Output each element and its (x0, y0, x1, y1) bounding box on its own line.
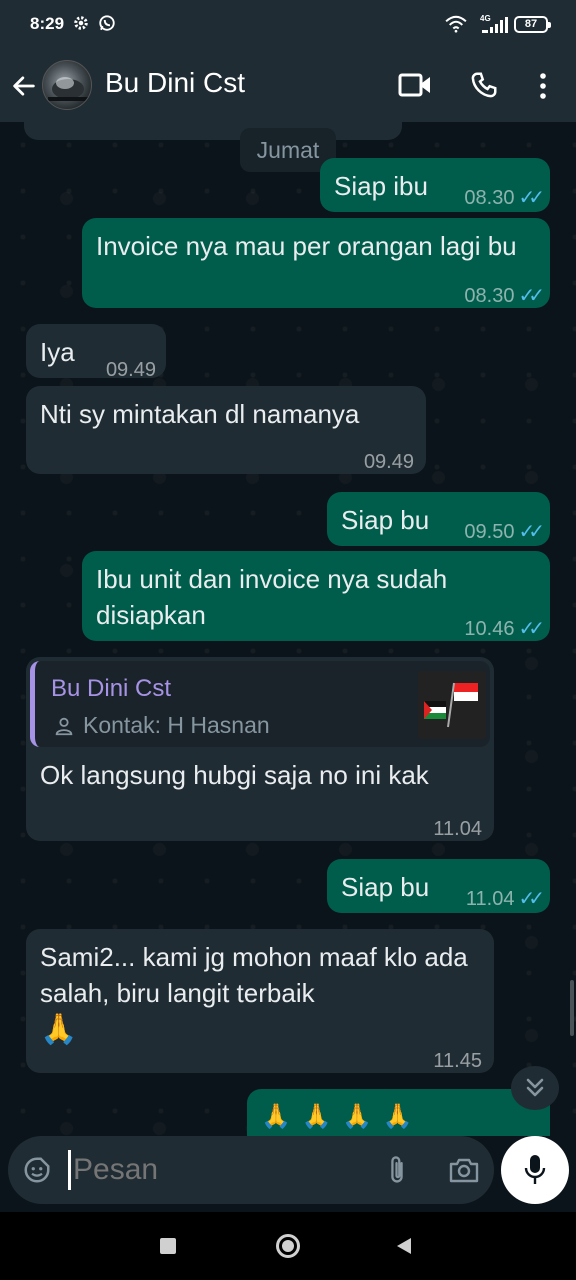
voice-message-button[interactable] (501, 1136, 569, 1204)
quoted-thumbnail (418, 671, 486, 739)
message-time: 09.49 (363, 451, 414, 473)
message-bubble-incoming[interactable]: Iya 09.49 (26, 324, 166, 381)
avatar[interactable] (42, 60, 92, 110)
input-bar (0, 1136, 576, 1212)
chat-header: Bu Dini Cst (0, 50, 576, 122)
battery-indicator: 87 (514, 16, 551, 33)
quoted-contact-label: Kontak: H Hasnan (83, 712, 270, 738)
read-ticks-icon: ✓✓ (518, 187, 544, 209)
message-bubble-incoming[interactable]: Nti sy mintakan dl namanya 09.49 (26, 386, 426, 474)
message-time: 09.50 (464, 521, 515, 543)
whatsapp-icon (99, 15, 115, 31)
signal-icon (482, 17, 508, 33)
message-bubble-outgoing[interactable]: Siap bu 09.50 ✓✓ (327, 492, 550, 546)
camera-icon[interactable] (448, 1156, 480, 1184)
more-vert-icon[interactable] (537, 72, 549, 100)
message-text: Ibu unit dan invoice nya sudah disiapkan (96, 564, 448, 630)
contact-name[interactable]: Bu Dini Cst (105, 67, 245, 99)
paperclip-icon[interactable] (386, 1154, 408, 1186)
scroll-to-bottom-button[interactable] (511, 1066, 559, 1110)
home-dot (282, 1240, 294, 1252)
read-ticks-icon: ✓✓ (518, 618, 544, 640)
message-input-container (8, 1136, 494, 1204)
avatar-image (48, 77, 88, 101)
message-time: 11.04 (433, 818, 482, 840)
message-time: 10.46 (464, 618, 515, 640)
message-meta: 09.50 ✓✓ (464, 514, 544, 550)
message-time: 11.45 (433, 1050, 482, 1072)
message-text: Invoice nya mau per orangan lagi bu (96, 231, 517, 261)
message-time: 09.49 (105, 359, 156, 381)
system-navigation-bar (0, 1212, 576, 1280)
message-text: Iya (40, 337, 75, 367)
message-text: Ok langsung hubgi saja no ini kak (40, 760, 429, 790)
read-ticks-icon: ✓✓ (518, 521, 544, 543)
quoted-reply[interactable]: Bu Dini Cst Kontak: H Hasnan (30, 661, 490, 747)
message-bubble-outgoing[interactable]: Siap ibu 08.30 ✓✓ (320, 158, 550, 212)
read-ticks-icon: ✓✓ (518, 888, 544, 910)
message-meta: 08.30 ✓✓ (464, 278, 544, 314)
video-call-icon[interactable] (398, 72, 432, 98)
message-input[interactable] (68, 1150, 358, 1190)
wifi-icon (445, 15, 467, 33)
flags-image (418, 671, 486, 739)
message-text: Nti sy mintakan dl namanya (40, 399, 360, 429)
message-meta: 08.30 ✓✓ (464, 180, 544, 216)
message-text: 🙏 🙏 🙏 🙏 (261, 1103, 415, 1130)
message-meta: 10.46 ✓✓ (464, 611, 544, 647)
message-text: Sami2... kami jg mohon maaf klo ada sala… (40, 942, 468, 1008)
message-meta: 11.04 ✓✓ (465, 881, 545, 917)
recents-button[interactable] (160, 1238, 176, 1254)
mic-icon (524, 1155, 546, 1184)
message-time: 08.30 (464, 285, 515, 307)
back-arrow-icon[interactable] (10, 72, 38, 100)
status-bar: 8:29 4G 87 (0, 0, 576, 50)
phone-icon[interactable] (469, 70, 499, 100)
message-time: 08.30 (464, 187, 515, 209)
message-time: 11.04 (465, 888, 515, 910)
message-text: Siap ibu (334, 171, 428, 201)
message-emoji: 🙏 (40, 1013, 78, 1046)
home-button[interactable] (276, 1234, 300, 1258)
status-time: 8:29 (30, 14, 65, 33)
previous-message-bubble (24, 122, 402, 140)
message-bubble-incoming[interactable]: Sami2... kami jg mohon maaf klo ada sala… (26, 929, 494, 1073)
chat-area[interactable]: Jumat Siap ibu 08.30 ✓✓ Invoice nya mau p… (0, 122, 576, 1136)
double-chevron-down-icon (526, 1078, 544, 1097)
settings-gear-icon (74, 16, 88, 30)
scrollbar-thumb[interactable] (570, 980, 574, 1036)
message-bubble-outgoing[interactable]: 🙏 🙏 🙏 🙏 (247, 1089, 550, 1136)
message-text: Siap bu (341, 872, 430, 902)
message-bubble-outgoing[interactable]: Siap bu 11.04 ✓✓ (327, 859, 550, 913)
sticker-icon[interactable] (22, 1155, 52, 1185)
message-bubble-incoming[interactable]: Bu Dini Cst Kontak: H Hasnan Ok langsung… (26, 657, 494, 841)
contact-person-icon (55, 717, 73, 736)
message-text: Siap bu (341, 505, 430, 535)
quoted-sender-name: Bu Dini Cst (51, 675, 172, 702)
read-ticks-icon: ✓✓ (518, 285, 544, 307)
message-bubble-outgoing[interactable]: Ibu unit dan invoice nya sudah disiapkan… (82, 551, 550, 641)
message-bubble-outgoing[interactable]: Invoice nya mau per orangan lagi bu 08.3… (82, 218, 550, 308)
back-button[interactable] (396, 1237, 412, 1255)
